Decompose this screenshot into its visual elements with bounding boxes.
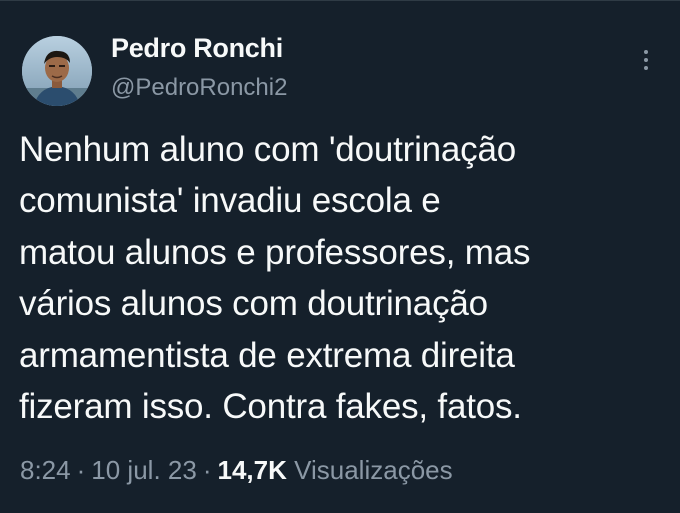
tweet-text: Nenhum aluno com 'doutrinação comunista'…: [19, 124, 649, 432]
tweet-text-line: fizeram isso. Contra fakes, fatos.: [19, 387, 522, 427]
views-label: Visualizações: [294, 455, 453, 485]
tweet-card: Pedro Ronchi @PedroRonchi2 Nenhum aluno …: [0, 0, 680, 513]
tweet-text-line: matou alunos e professores, mas: [19, 232, 531, 272]
author-name[interactable]: Pedro Ronchi: [111, 33, 283, 64]
tweet-text-line: armamentista de extrema direita: [19, 335, 515, 375]
tweet-text-line: comunista' invadiu escola e: [19, 181, 441, 221]
separator: ·: [202, 455, 212, 485]
avatar-image: [22, 36, 92, 106]
views-count[interactable]: 14,7K: [217, 455, 286, 485]
tweet-time[interactable]: 8:24: [20, 455, 71, 485]
tweet-date[interactable]: 10 jul. 23: [91, 455, 197, 485]
tweet-meta: 8:24 · 10 jul. 23 · 14,7K Visualizações: [20, 455, 453, 486]
tweet-text-line: vários alunos com doutrinação: [19, 284, 488, 324]
divider: [0, 0, 680, 1]
avatar[interactable]: [22, 36, 92, 106]
author-handle[interactable]: @PedroRonchi2: [111, 74, 287, 102]
separator: ·: [76, 455, 86, 485]
tweet-text-line: Nenhum aluno com 'doutrinação: [19, 130, 517, 169]
more-vertical-icon[interactable]: [632, 46, 660, 80]
